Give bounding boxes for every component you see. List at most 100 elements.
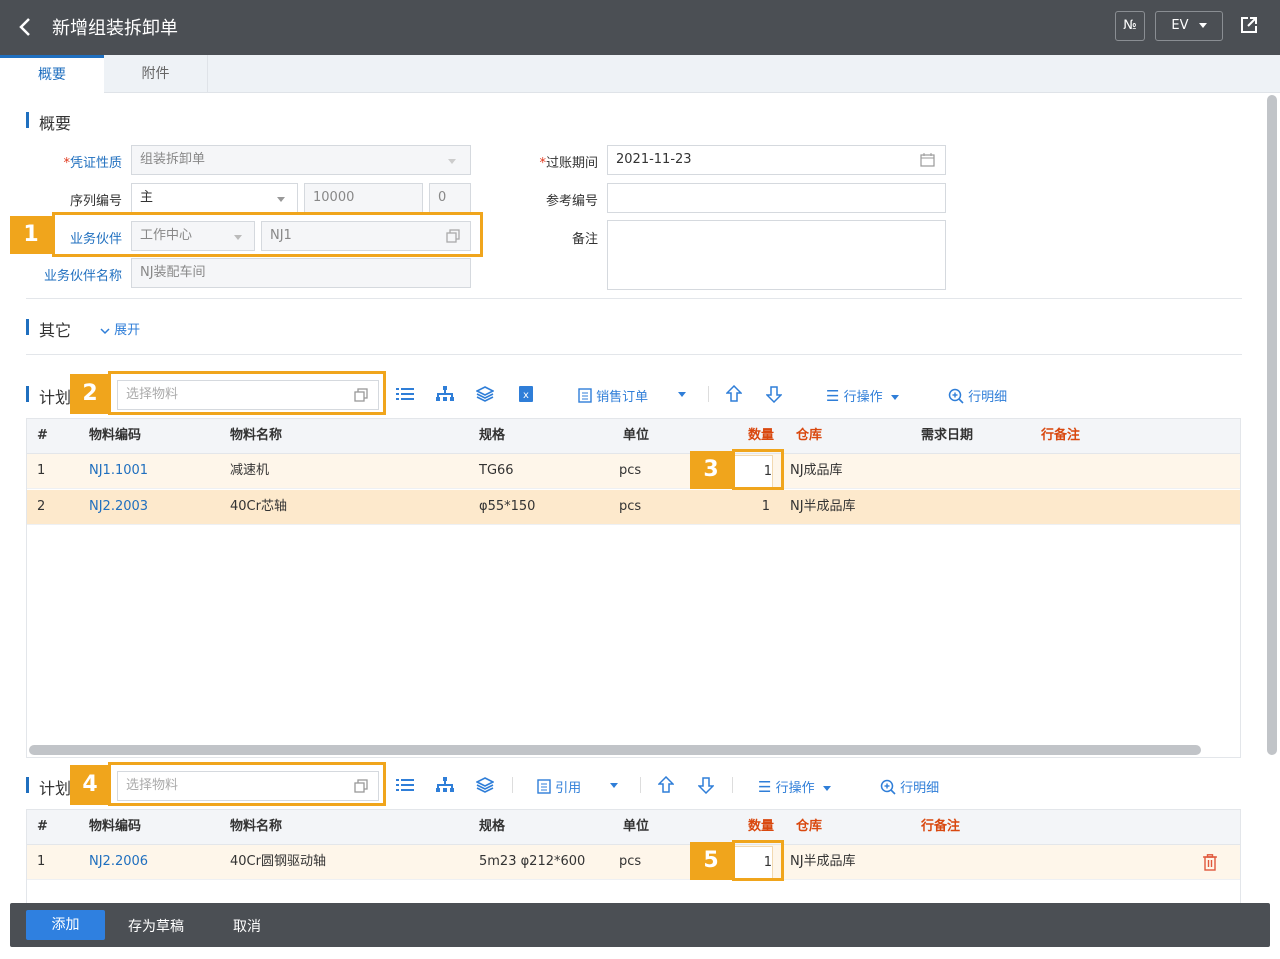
list-icon[interactable] [396,777,414,793]
toolbar-separator [708,386,709,402]
step-badge-1: 1 [10,216,52,254]
bottom-action-bar [10,903,1270,947]
svg-text:x: x [523,390,529,401]
material-name: 40Cr圆钢驱动轴 [230,854,326,869]
row-number: 2 [37,499,46,514]
plan-table-1: # 物料编码 物料名称 规格 单位 数量 仓库 需求日期 行备注 1 NJ1.1… [26,418,1241,758]
divider [26,298,1242,299]
hierarchy-icon[interactable] [436,777,454,793]
chevron-down-icon [277,197,285,202]
section-marker [26,386,29,402]
tab-summary[interactable]: 概要 [0,55,104,93]
expand-toggle[interactable]: 展开 [100,319,140,338]
arrow-up-icon[interactable] [726,385,742,403]
partner-name-field[interactable]: NJ装配车间 [131,258,471,288]
excel-icon[interactable]: x [518,385,534,403]
table-row[interactable]: 1 NJ2.2006 40Cr圆钢驱动轴 5m23 φ212*600 pcs 1… [27,845,1240,880]
col-header: 物料名称 [230,428,283,443]
highlight-box-2 [108,371,386,415]
document-icon [578,388,592,403]
row-operation-button[interactable]: ☰ 行操作 [826,386,899,405]
section-title-plan: 计划 [39,388,71,407]
arrow-down-icon[interactable] [698,776,714,794]
page-title: 新增组装拆卸单 [52,18,178,39]
step-badge-3: 3 [690,451,732,489]
warehouse[interactable]: NJ半成品库 [790,845,856,879]
section-marker [26,112,29,128]
posting-date-value: 2021-11-23 [616,152,692,167]
sales-order-button[interactable]: 销售订单 [578,386,648,405]
col-header: 物料编码 [89,428,142,443]
arrow-down-icon[interactable] [766,385,782,403]
row-number: 1 [37,463,46,478]
table-header: # 物料编码 物料名称 规格 单位 数量 仓库 行备注 [27,810,1240,845]
voucher-type-select[interactable]: 组装拆卸单 [131,145,471,175]
chevron-down-icon [822,786,831,791]
quantity-input[interactable]: 1 [727,490,770,524]
col-header: 物料名称 [230,819,283,834]
serial-select[interactable]: 主 [131,183,298,213]
row-detail-button[interactable]: 行明细 [948,386,1007,405]
warehouse[interactable]: NJ成品库 [790,454,843,488]
row-detail-button[interactable]: 行明细 [880,777,939,796]
chevron-down-icon[interactable] [678,392,686,397]
ev-dropdown-button[interactable]: EV [1155,11,1223,41]
zoom-in-icon [880,779,896,795]
document-icon [537,779,551,794]
ref-no-label: 参考编号 [545,194,598,209]
section-title-plan: 计划 [39,779,71,798]
ref-no-field[interactable] [607,183,946,213]
material-code-link[interactable]: NJ1.1001 [89,454,148,488]
chevron-down-icon [890,395,899,400]
serial-suffix-field[interactable]: 0 [429,183,471,213]
horizontal-scrollbar[interactable] [29,745,1201,755]
chevron-down-icon[interactable] [610,783,618,788]
hierarchy-icon[interactable] [436,386,454,402]
cancel-button[interactable]: 取消 [233,916,261,936]
arrow-up-icon[interactable] [658,776,674,794]
serial-number-field[interactable]: 10000 [304,183,423,213]
toolbar-separator [732,777,733,793]
col-header: 规格 [479,819,506,834]
remark-textarea[interactable] [607,220,946,290]
highlight-box-3 [732,449,784,490]
vertical-scrollbar[interactable] [1267,95,1277,755]
back-arrow-icon[interactable] [18,16,32,38]
posting-date-field[interactable]: 2021-11-23 [607,145,946,175]
layers-icon[interactable] [476,385,494,403]
row-number: 1 [37,854,46,869]
table-row[interactable]: 2 NJ2.2003 40Cr芯轴 φ55*150 pcs 1 NJ半成品库 [27,490,1240,525]
quote-button[interactable]: 引用 [537,777,581,796]
col-header: 数量 [747,428,774,443]
add-button[interactable]: 添加 [26,910,105,940]
spec: TG66 [479,463,514,478]
voucher-type-label: 凭证性质 [30,152,122,171]
warehouse[interactable]: NJ半成品库 [790,490,856,524]
list-icon[interactable] [396,386,414,402]
material-code-link[interactable]: NJ2.2003 [89,490,148,524]
col-header: 需求日期 [921,428,974,443]
col-header: 物料编码 [89,819,142,834]
material-name: 减速机 [230,463,270,478]
section-title-other: 其它 [39,321,72,340]
step-badge-5: 5 [690,842,732,880]
menu-lines-icon: ☰ [826,387,840,405]
share-export-icon[interactable] [1240,16,1258,34]
save-draft-button[interactable]: 存为草稿 [128,916,184,936]
material-code-link[interactable]: NJ2.2006 [89,845,148,879]
table-header: # 物料编码 物料名称 规格 单位 数量 仓库 需求日期 行备注 [27,419,1240,454]
col-header: # [37,819,48,834]
trash-icon[interactable] [1202,854,1218,871]
number-button[interactable]: № [1115,11,1145,41]
highlight-box-4 [108,762,386,806]
unit: pcs [619,499,642,514]
col-header: 数量 [747,819,774,834]
col-header: 行备注 [1041,428,1081,443]
serial-value: 主 [140,190,154,205]
material-name: 40Cr芯轴 [230,499,287,514]
table-row[interactable]: 1 NJ1.1001 减速机 TG66 pcs 1 NJ成品库 [27,454,1240,489]
calendar-icon[interactable] [920,153,935,167]
layers-icon[interactable] [476,776,494,794]
row-operation-button[interactable]: ☰ 行操作 [758,777,831,796]
tab-attachments[interactable]: 附件 [104,55,208,93]
